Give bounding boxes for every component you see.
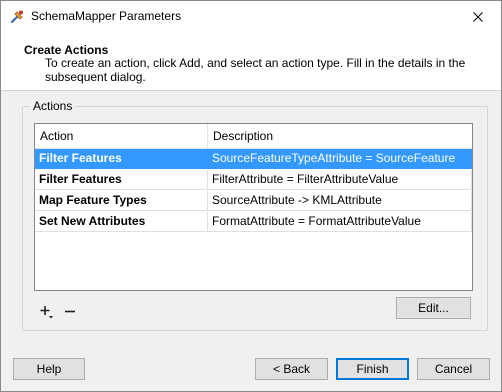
column-header-action[interactable]: Action	[35, 124, 208, 149]
add-plus-icon	[40, 306, 53, 319]
help-button[interactable]: Help	[13, 358, 85, 380]
remove-minus-icon	[65, 310, 75, 313]
actions-groupbox: Actions Action Description Filter Featur…	[22, 99, 488, 331]
table-header: Action Description	[35, 124, 472, 149]
row-description: SourceFeatureTypeAttribute = SourceFeatu…	[208, 149, 472, 169]
title-bar: SchemaMapper Parameters	[1, 1, 501, 32]
row-description: SourceAttribute -> KMLAttribute	[208, 191, 472, 211]
page-title: Create Actions	[24, 43, 109, 57]
wizard-header: Create Actions To create an action, clic…	[1, 32, 501, 91]
cancel-button[interactable]: Cancel	[417, 358, 490, 380]
edit-button[interactable]: Edit...	[396, 297, 471, 319]
actions-group-label: Actions	[30, 99, 76, 113]
row-action: Set New Attributes	[35, 212, 208, 232]
row-action: Filter Features	[35, 170, 208, 190]
table-row[interactable]: Filter Features FilterAttribute = Filter…	[35, 170, 472, 190]
row-action: Filter Features	[35, 149, 208, 169]
row-description: FilterAttribute = FilterAttributeValue	[208, 170, 472, 190]
page-description: To create an action, click Add, and sele…	[45, 56, 466, 84]
actions-table[interactable]: Action Description Filter Features Sourc…	[34, 123, 473, 291]
row-description: FormatAttribute = FormatAttributeValue	[208, 212, 472, 232]
window-title: SchemaMapper Parameters	[31, 9, 182, 23]
close-icon	[473, 11, 483, 22]
finish-button[interactable]: Finish	[336, 358, 409, 380]
close-button[interactable]	[455, 1, 501, 32]
back-button[interactable]: < Back	[255, 358, 328, 380]
table-row[interactable]: Map Feature Types SourceAttribute -> KML…	[35, 191, 472, 211]
remove-action-button[interactable]	[63, 304, 79, 320]
row-action: Map Feature Types	[35, 191, 208, 211]
add-action-button[interactable]	[39, 304, 55, 320]
tool-icon	[9, 9, 25, 25]
table-row[interactable]: Filter Features SourceFeatureTypeAttribu…	[35, 149, 472, 169]
column-header-description[interactable]: Description	[208, 124, 472, 149]
table-row[interactable]: Set New Attributes FormatAttribute = For…	[35, 212, 472, 232]
dialog-window: SchemaMapper Parameters Create Actions T…	[0, 0, 502, 392]
